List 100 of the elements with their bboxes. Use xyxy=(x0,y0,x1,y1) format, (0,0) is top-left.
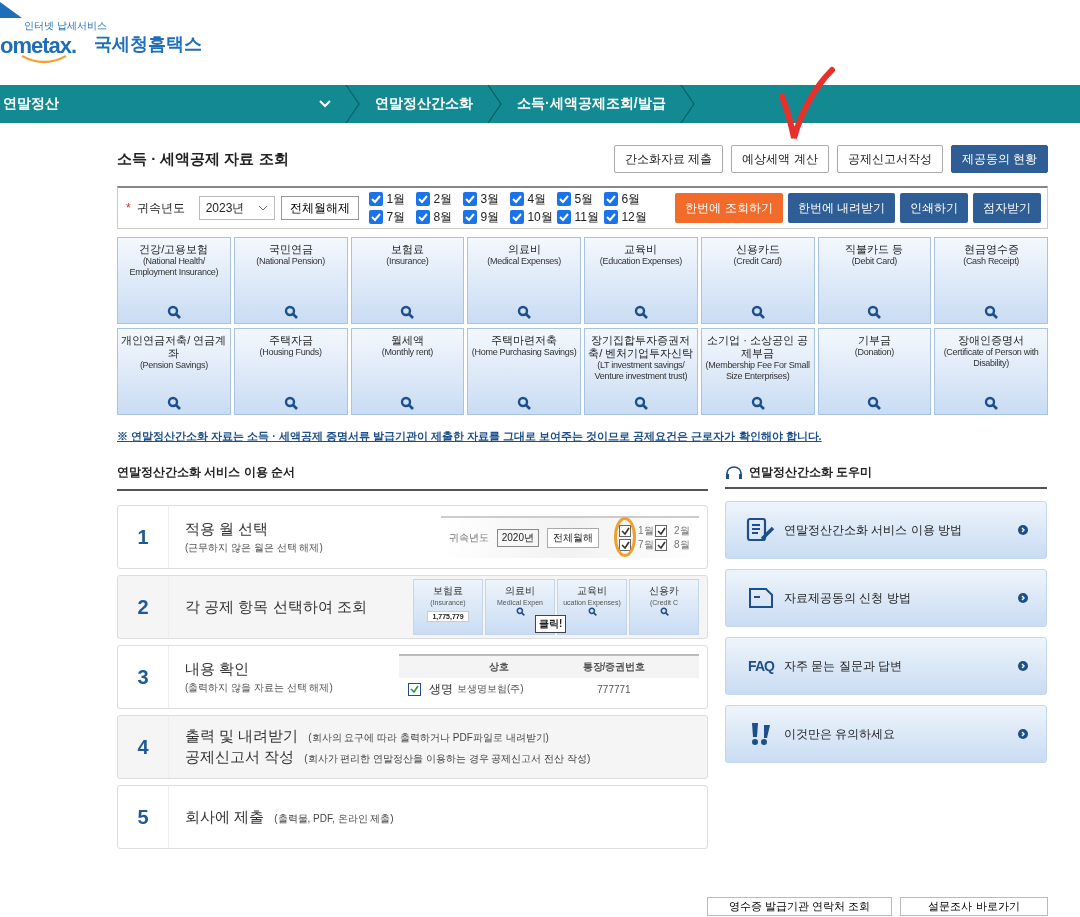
category-tile[interactable]: 주택마련저축 (Home Purchasing Savings) xyxy=(467,328,581,415)
action-button[interactable]: 인쇄하기 xyxy=(900,193,968,223)
notice-link[interactable]: ※ 연말정산간소화 자료는 소득 · 세액공제 증명서류 발급기관이 제출한 자료를 그대로 보여주는 것이므로 공제요건은 근로자가 확인해야 합니다. xyxy=(117,429,1048,444)
search-icon xyxy=(283,305,298,319)
month-checkbox[interactable] xyxy=(416,192,431,206)
tile-title: 소기업 · 소상공인 공제부금 xyxy=(706,334,810,360)
search-icon xyxy=(517,396,532,410)
step-description: (출력하지 않을 자료는 선택 해제) xyxy=(185,680,333,695)
preview-column-header: 통장/증권번호 xyxy=(581,660,647,674)
clear-months-button[interactable]: 전체월해제 xyxy=(281,196,360,220)
month-checkbox[interactable] xyxy=(604,192,619,206)
preview-card-title: 교육비 xyxy=(577,584,607,598)
toolbar-button[interactable]: 공제신고서작성 xyxy=(836,145,943,173)
category-tile[interactable]: 신용카드 (Credit Card) xyxy=(700,237,815,324)
category-tile[interactable]: 장애인증명서 (Certificate of Person with Disability) xyxy=(934,328,1048,415)
preview-month: 8월 xyxy=(674,538,690,552)
tile-title: 개인연금저축/ 연금계좌 xyxy=(120,334,228,360)
breadcrumb-separator-icon xyxy=(679,85,696,123)
category-tile[interactable]: 주택자금 (Housing Funds) xyxy=(233,328,348,415)
year-label: 귀속년도 xyxy=(136,199,185,217)
logo-tagline: 인터넷 납세서비스 xyxy=(24,20,107,31)
page-title: 소득 · 세액공제 자료 조회 xyxy=(117,149,289,169)
month-label: 4월 xyxy=(527,190,547,208)
category-tile[interactable]: 직불카드 등 (Debit Card) xyxy=(817,237,932,324)
step-note: (회사의 요구에 따라 출력하거나 PDF파일로 내려받기) xyxy=(308,731,549,745)
help-link[interactable]: 자료제공동의 신청 방법 xyxy=(725,569,1047,627)
category-tile[interactable]: 보험료 (Insurance) xyxy=(350,237,465,324)
preview-card-title: 보험료 xyxy=(433,584,463,598)
tooltip: 클릭! xyxy=(535,615,567,633)
help-link[interactable]: 이것만은 유의하세요 xyxy=(725,705,1047,763)
section-title: 연말정산간소화 서비스 이용 순서 xyxy=(117,464,708,491)
tile-title: 국민연금 xyxy=(268,243,313,256)
search-icon xyxy=(587,607,597,616)
month-label: 6월 xyxy=(621,190,641,208)
tile-title: 의료비 xyxy=(507,243,541,256)
month-checkbox[interactable] xyxy=(369,192,384,206)
tile-title: 월세액 xyxy=(390,334,424,347)
month-checkbox[interactable] xyxy=(463,192,478,206)
month-checkbox[interactable] xyxy=(510,210,525,224)
category-tile[interactable]: 의료비 (Medical Expenses) xyxy=(467,237,581,324)
logo-brand[interactable]: ometax. xyxy=(0,35,77,57)
step-number: 5 xyxy=(118,786,169,848)
action-button[interactable]: 한번에 내려받기 xyxy=(787,193,895,223)
category-tile[interactable]: 장기집합투자증권저축/ 벤처기업투자신탁 (LT investment savings/ Venture investment trust) xyxy=(584,328,698,415)
category-tile[interactable]: 현금영수증 (Cash Receipt) xyxy=(934,237,1048,324)
preview-column-header: 상호 xyxy=(488,660,510,674)
step-number: 1 xyxy=(118,506,169,568)
headset-icon xyxy=(725,465,743,480)
tile-subtitle: (Education Expenses) xyxy=(599,256,682,267)
category-tile[interactable]: 개인연금저축/ 연금계좌 (Pension Savings) xyxy=(117,328,231,415)
month-checkbox[interactable] xyxy=(463,210,478,224)
preview-card-title: 의료비 xyxy=(505,584,535,598)
year-select[interactable]: 2023년 xyxy=(198,196,276,220)
month-checkbox[interactable] xyxy=(416,210,431,224)
nav-item[interactable]: 연말정산간소화 xyxy=(361,85,487,123)
tile-title: 장기집합투자증권저축/ 벤처기업투자신탁 xyxy=(587,334,695,360)
toolbar-button[interactable]: 예상세액 계산 xyxy=(731,145,829,173)
month-checkbox[interactable] xyxy=(557,192,572,206)
help-link[interactable]: FAQ 자주 묻는 질문과 답변 xyxy=(725,637,1047,695)
breadcrumb-separator-icon xyxy=(487,85,503,123)
month-checkbox[interactable] xyxy=(510,192,525,206)
logo-name[interactable]: 국세청홈택스 xyxy=(94,32,202,56)
tile-subtitle: (Monthly rent) xyxy=(381,347,434,358)
month-label: 9월 xyxy=(480,208,500,226)
search-icon xyxy=(867,396,882,410)
category-tile[interactable]: 교육비 (Education Expenses) xyxy=(584,237,698,324)
nav-item[interactable]: 연말정산 xyxy=(0,85,345,123)
tile-subtitle: (Certificate of Person with Disability) xyxy=(942,347,1040,369)
nav-item[interactable]: 소득·세액공제조회/발급 xyxy=(503,85,680,123)
category-tile[interactable]: 국민연금 (National Pension) xyxy=(233,237,348,324)
breadcrumb-separator-icon xyxy=(345,85,361,123)
footer-button[interactable]: 영수증 발급기관 연락처 조회 xyxy=(707,897,892,916)
preview-label: 귀속년도 xyxy=(448,531,489,545)
exclamation-icon xyxy=(750,721,772,747)
month-checkbox[interactable] xyxy=(369,210,384,224)
footer-button[interactable]: 설문조사 바로가기 xyxy=(900,897,1048,916)
toolbar-button[interactable]: 제공동의 현황 xyxy=(950,145,1048,173)
tile-subtitle: (National Pension) xyxy=(256,256,325,267)
category-tile[interactable]: 건강/고용보험 (National Health/ Employment Insurance) xyxy=(117,237,231,324)
month-label: 1월 xyxy=(386,190,406,208)
step-title: 출력 및 내려받기 xyxy=(185,727,299,746)
month-checkbox[interactable] xyxy=(557,210,572,224)
search-icon xyxy=(400,305,415,319)
preview-month: 7월 xyxy=(638,538,654,552)
arrow-circle-icon xyxy=(1018,525,1028,535)
category-tile[interactable]: 월세액 (Monthly rent) xyxy=(350,328,465,415)
toolbar-button[interactable]: 간소화자료 제출 xyxy=(613,145,724,173)
document-pencil-icon xyxy=(746,517,776,543)
category-tile[interactable]: 기부금 (Donation) xyxy=(817,328,932,415)
search-icon xyxy=(633,305,648,319)
month-checkbox[interactable] xyxy=(604,210,619,224)
highlight-ring xyxy=(614,517,636,557)
action-button[interactable]: 점자받기 xyxy=(973,193,1041,223)
category-tile[interactable]: 소기업 · 소상공인 공제부금 (Membership Fee For Small Size Enterprises) xyxy=(700,328,815,415)
step-title: 내용 확인 xyxy=(185,659,250,679)
preview-cell-text: 777771 xyxy=(596,683,632,695)
preview-card-title: 신용카 xyxy=(649,584,679,598)
help-link[interactable]: 연말정산간소화 서비스 이용 방법 xyxy=(725,501,1047,559)
tile-subtitle: (Home Purchasing Savings) xyxy=(471,347,577,358)
step-number: 2 xyxy=(118,576,169,638)
